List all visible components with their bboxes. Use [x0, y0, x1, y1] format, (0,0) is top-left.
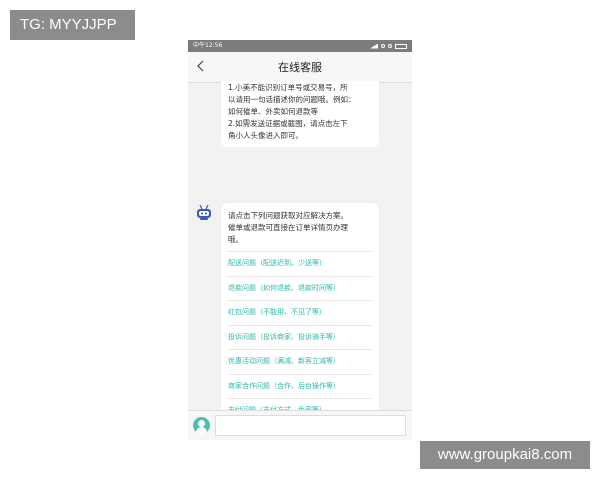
wifi-icon [388, 44, 392, 48]
option-complaint[interactable]: 投诉问题（投诉商家、投诉骑手等） [228, 324, 372, 350]
signal-icon [370, 43, 378, 49]
watermark-top-left: TG: MYYJJPP [10, 10, 135, 40]
message-input[interactable] [215, 415, 406, 436]
option-merchant-cooperation[interactable]: 商家合作问题（合作、后台操作等） [228, 373, 372, 399]
message-line: 角小人头像进入即可。 [228, 131, 303, 140]
message-bubble-options: 请点击下列问题获取对应解决方案。 催单或退款可直接在订单详情页办理 哦。 配送问… [221, 203, 379, 440]
option-promotion[interactable]: 优惠活动问题（满减、新客立减等） [228, 349, 372, 374]
option-delivery[interactable]: 配送问题（配送迟到、少送等） [228, 251, 372, 276]
option-red-packet[interactable]: 红包问题（不能用、不见了等） [228, 300, 372, 325]
intro-text: 请点击下列问题获取对应解决方案。 催单或退款可直接在订单详情页办理 哦。 [221, 203, 379, 251]
message-line: 1.小美不能识别订单号或交易号，所 [228, 83, 348, 92]
status-time: 中午12:56 [193, 42, 223, 49]
page-title: 在线客服 [278, 61, 322, 74]
message-bubble-previous: 1.小美不能识别订单号或交易号，所 以请用一句话描述你的问题哦。例如： 如何催单… [221, 81, 379, 147]
watermark-bottom-right: www.groupkai8.com [420, 441, 590, 469]
avatar-head [198, 420, 205, 427]
intro-line: 请点击下列问题获取对应解决方案。 [228, 211, 348, 220]
status-icons [370, 43, 407, 49]
chat-area[interactable]: 1.小美不能识别订单号或交易号，所 以请用一句话描述你的问题哦。例如： 如何催单… [188, 81, 412, 440]
robot-icon[interactable] [195, 204, 213, 222]
user-avatar-icon[interactable] [193, 417, 210, 434]
status-bar: 中午12:56 [188, 40, 412, 52]
alarm-icon [381, 44, 385, 48]
message-line: 如何催单、外卖如何退款等 [228, 107, 318, 116]
intro-line: 催单或退款可直接在订单详情页办理 [228, 223, 348, 232]
intro-line: 哦。 [228, 235, 243, 244]
message-line: 以请用一句话描述你的问题哦。例如： [228, 95, 356, 104]
message-line: 2.如需发送证据或截图，请点击左下 [228, 119, 348, 128]
battery-icon [395, 43, 407, 49]
avatar-body [196, 427, 207, 434]
nav-bar: 在线客服 [188, 52, 412, 83]
back-arrow-icon[interactable] [196, 60, 205, 72]
option-refund[interactable]: 退款问题（如何退款、退款时间等） [228, 275, 372, 301]
phone-screen: 中午12:56 在线客服 1.小美不能识别订单号或交易号，所 以请用一句话描述你… [188, 40, 412, 440]
input-bar [188, 410, 412, 440]
